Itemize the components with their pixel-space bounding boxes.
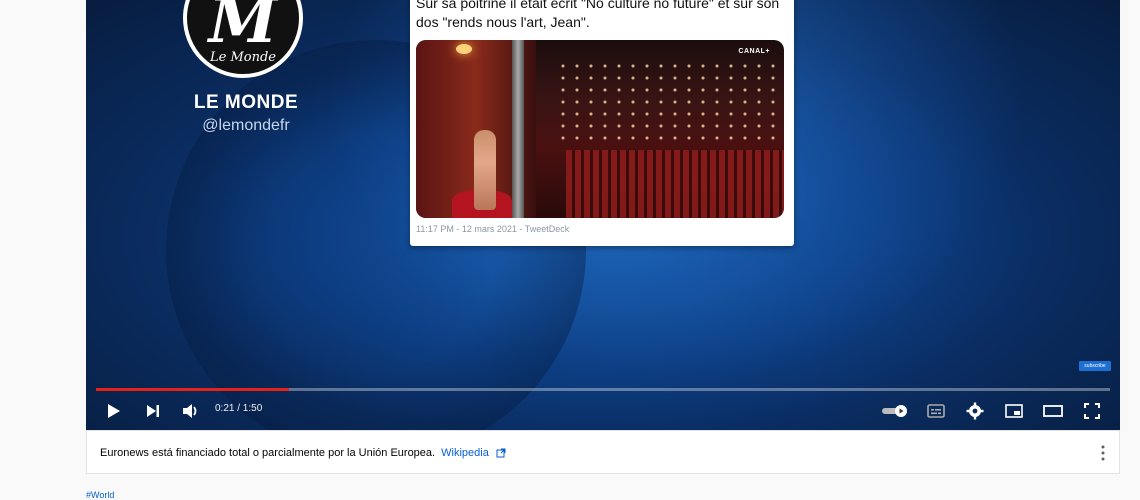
- volume-icon: [183, 404, 197, 418]
- tweet-media: CANAL+: [416, 40, 784, 218]
- fullscreen-icon: [1084, 403, 1100, 419]
- play-button[interactable]: [102, 400, 126, 422]
- miniplayer-button[interactable]: [1002, 400, 1026, 422]
- video-player[interactable]: M Le Monde LE MONDE @lemondefr Sur sa po…: [86, 0, 1120, 430]
- subtitles-icon: [927, 404, 945, 418]
- play-icon: [108, 404, 120, 418]
- progress-fill: [96, 388, 289, 391]
- subscribe-badge[interactable]: subscribe: [1079, 361, 1111, 371]
- progress-bar[interactable]: [96, 388, 1110, 391]
- channel-name: LE MONDE: [193, 92, 299, 113]
- theater-mode-button[interactable]: [1041, 400, 1065, 422]
- player-controls: 0:21 / 1:50: [86, 392, 1120, 430]
- miniplayer-icon: [1005, 404, 1023, 418]
- logo-letter: M: [208, 0, 278, 57]
- autoplay-toggle[interactable]: [880, 400, 910, 422]
- wikipedia-link[interactable]: Wikipedia: [441, 447, 489, 459]
- volume-button[interactable]: [179, 400, 203, 422]
- channel-handle: @lemondefr: [202, 117, 290, 134]
- info-panel: Euronews está financiado total o parcial…: [86, 430, 1120, 474]
- autoplay-toggle-icon: [882, 405, 907, 417]
- next-icon: [147, 405, 159, 417]
- settings-button[interactable]: [963, 400, 987, 422]
- media-badge: CANAL+: [738, 48, 770, 55]
- fullscreen-button[interactable]: [1080, 400, 1104, 422]
- time-display: 0:21 / 1:50: [215, 403, 263, 414]
- theater-lights: [556, 60, 784, 140]
- next-button[interactable]: [141, 400, 165, 422]
- stage-figure: [474, 130, 496, 210]
- stage-light: [456, 44, 472, 54]
- tweet-meta: 11:17 PM - 12 mars 2021 - TweetDeck: [416, 224, 570, 234]
- tweet-card: Sur sa poitrine il était écrit "No cultu…: [410, 0, 794, 246]
- funding-notice: Euronews está financiado total o parcial…: [100, 447, 506, 459]
- tweet-text: Sur sa poitrine il était écrit "No cultu…: [416, 0, 780, 30]
- logo-text: Le Monde: [210, 49, 276, 65]
- theater-seats: [566, 150, 784, 218]
- external-link-icon[interactable]: [496, 448, 506, 458]
- subtitles-button[interactable]: [924, 400, 948, 422]
- hashtag-link[interactable]: #World: [86, 490, 114, 500]
- gear-icon: [966, 402, 984, 420]
- more-options-icon[interactable]: [1099, 444, 1107, 462]
- page: M Le Monde LE MONDE @lemondefr Sur sa po…: [0, 0, 1140, 500]
- theater-icon: [1043, 405, 1063, 417]
- stage-pillar: [512, 40, 524, 218]
- funding-notice-text: Euronews está financiado total o parcial…: [100, 447, 436, 459]
